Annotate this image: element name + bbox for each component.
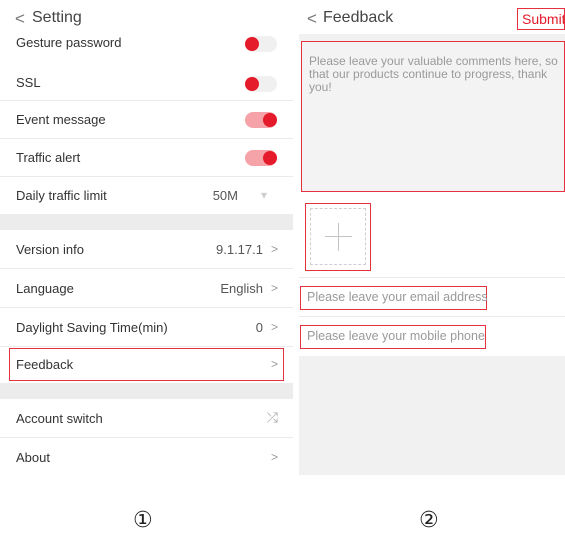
header-divider [299,34,565,41]
row-label: Language [16,281,74,296]
event-message-toggle[interactable] [245,112,277,128]
section-divider [0,214,293,230]
settings-row-account-switch[interactable]: Account switch ⤮ [0,399,293,438]
add-image-button[interactable] [305,203,371,271]
row-label: Version info [16,242,84,257]
settings-row-language[interactable]: Language English > [0,269,293,308]
settings-row-gesture-password[interactable]: Gesture password [0,30,293,58]
row-label: SSL [16,75,41,90]
submit-button[interactable]: Submit [517,8,565,30]
phone-field[interactable]: Please leave your mobile phone [300,325,486,349]
row-label: Account switch [16,411,103,426]
settings-row-daily-traffic-limit[interactable]: Daily traffic limit 50M ▾ [0,177,293,213]
divider [299,277,565,278]
section-divider [0,383,293,399]
settings-row-feedback[interactable]: Feedback > [0,348,293,381]
row-label: Daily traffic limit [16,188,107,203]
comment-textarea[interactable]: Please leave your valuable comments here… [301,41,565,192]
chevron-right-icon: > [270,242,278,256]
settings-row-daylight-saving-time[interactable]: Daylight Saving Time(min) 0 > [0,308,293,347]
email-field[interactable]: Please leave your email address [300,286,488,310]
daily-traffic-limit-value: 50M [212,188,238,203]
language-value: English [220,281,263,296]
chevron-left-icon[interactable]: < [307,9,317,29]
toggle-knob [263,113,277,127]
toggle-knob [245,77,259,91]
shuffle-icon: ⤮ [266,409,278,425]
chevron-down-icon[interactable]: ▾ [261,188,267,202]
settings-row-version-info[interactable]: Version info 9.1.17.1 > [0,230,293,269]
gesture-password-toggle[interactable] [245,36,277,52]
step-caption-1: ① [133,508,153,533]
settings-row-ssl[interactable]: SSL [0,64,293,101]
step-caption-2: ② [419,508,439,533]
settings-screen: < Setting Gesture password SSL Event mes… [0,0,293,475]
chevron-right-icon: > [270,281,278,295]
chevron-right-icon: > [270,450,278,464]
toggle-knob [263,151,277,165]
page-title: Feedback [323,9,394,26]
row-label: Event message [16,112,106,127]
plus-icon [338,223,339,251]
version-value: 9.1.17.1 [216,242,263,257]
add-image-frame [310,208,366,265]
row-label: Gesture password [16,35,122,50]
settings-header: < Setting [0,6,293,32]
dst-value: 0 [255,320,263,335]
row-label: Daylight Saving Time(min) [16,320,168,335]
toggle-knob [245,37,259,51]
settings-row-traffic-alert[interactable]: Traffic alert [0,139,293,177]
feedback-screen: < Feedback Submit Please leave your valu… [299,0,565,475]
settings-row-event-message[interactable]: Event message [0,101,293,139]
settings-row-about[interactable]: About > [0,438,293,475]
chevron-right-icon: > [270,357,278,371]
feedback-header: < Feedback Submit [299,6,565,32]
ssl-toggle[interactable] [245,76,277,92]
traffic-alert-toggle[interactable] [245,150,277,166]
row-label: Traffic alert [16,150,81,165]
row-label: Feedback [16,357,74,372]
chevron-right-icon: > [270,320,278,334]
empty-area [299,356,565,475]
page-title: Setting [32,9,82,26]
divider [299,316,565,317]
row-label: About [16,450,50,465]
chevron-left-icon[interactable]: < [15,9,25,29]
